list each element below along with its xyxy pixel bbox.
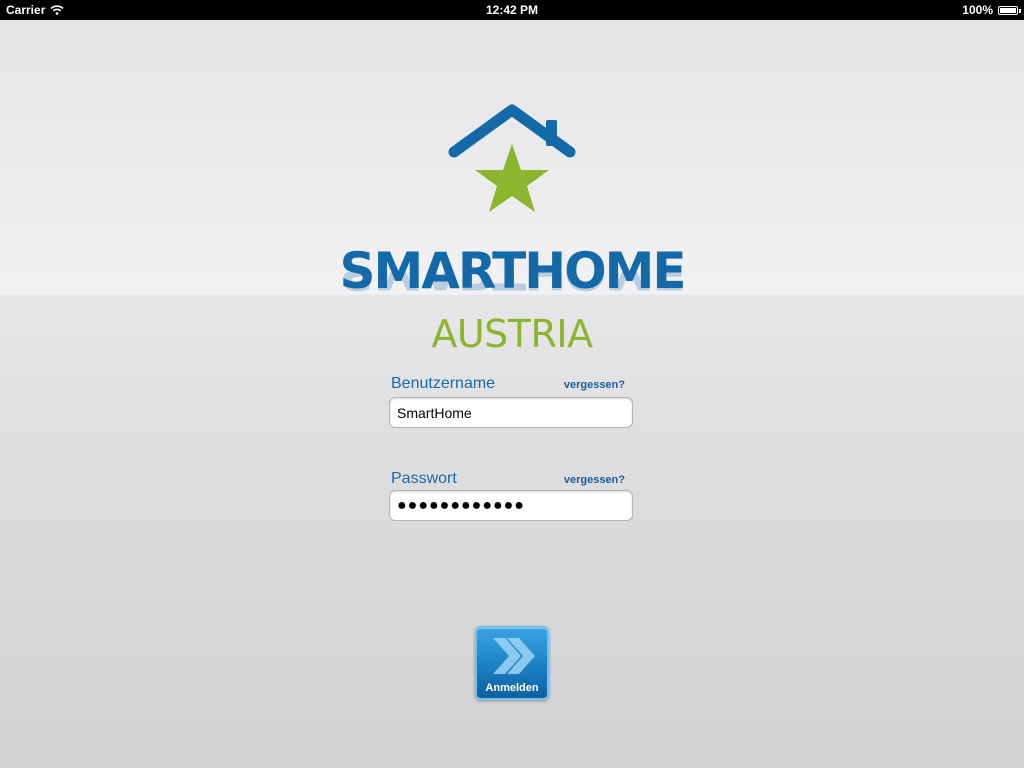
username-label: Benutzername [391, 375, 496, 392]
battery-icon [998, 5, 1021, 15]
username-field[interactable] [389, 397, 633, 428]
password-field[interactable] [389, 490, 633, 521]
brand-title-reflection: SMARTHOME [0, 272, 1024, 296]
brand-subtitle: AUSTRIA [431, 312, 593, 356]
clock: 12:42 PM [485, 3, 539, 17]
login-button[interactable]: Anmelden [475, 626, 549, 700]
password-label: Passwort [391, 470, 457, 487]
house-star-logo-icon [448, 104, 576, 212]
forgot-username-link[interactable]: vergessen? [564, 379, 625, 391]
forgot-password-link[interactable]: vergessen? [564, 474, 625, 486]
double-chevron-right-icon [493, 638, 535, 674]
status-bar: Carrier 12:42 PM 100% [0, 0, 1024, 20]
status-right: 100% [962, 3, 1021, 17]
battery-percent: 100% [962, 3, 993, 17]
login-label: Anmelden [485, 682, 539, 694]
